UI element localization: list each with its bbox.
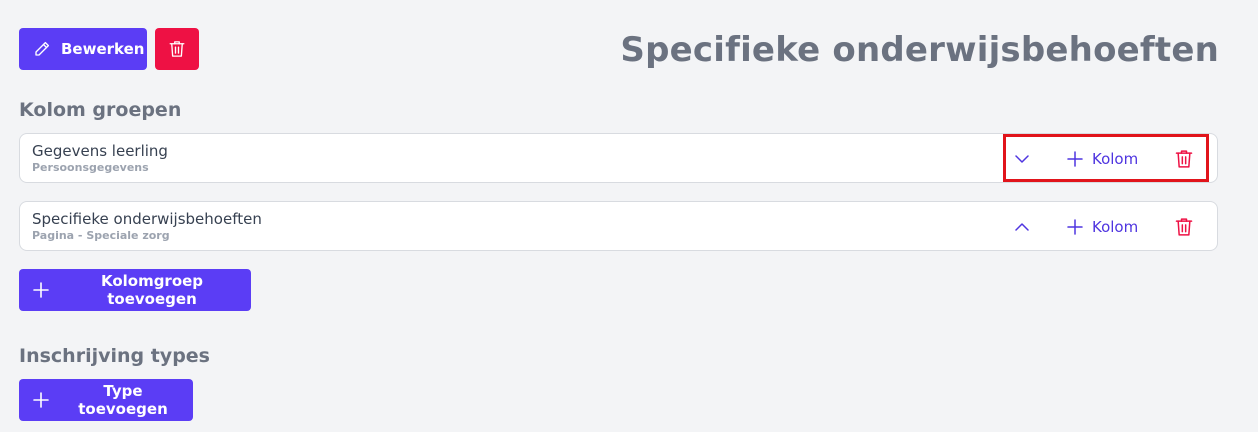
edit-button[interactable]: Bewerken	[19, 28, 147, 70]
chevron-down-icon[interactable]	[1012, 149, 1032, 169]
trash-icon[interactable]	[1174, 216, 1194, 238]
page-title: Specifieke onderwijsbehoeften	[620, 30, 1219, 70]
add-type-button[interactable]: Type toevoegen	[19, 379, 193, 421]
trash-icon	[168, 39, 186, 59]
trash-icon[interactable]	[1174, 148, 1194, 170]
edit-button-label: Bewerken	[61, 40, 145, 58]
add-column-label: Kolom	[1092, 218, 1139, 236]
add-type-label: Type toevoegen	[78, 382, 168, 418]
plus-icon	[33, 392, 49, 408]
chevron-up-icon[interactable]	[1012, 217, 1032, 237]
pencil-icon	[33, 40, 51, 58]
column-group-row: Specifieke onderwijsbehoeften Pagina - S…	[19, 201, 1218, 251]
column-groups-heading: Kolom groepen	[19, 99, 182, 121]
column-group-row: Gegevens leerling Persoonsgegevens Kolom	[19, 133, 1218, 183]
plus-icon	[33, 282, 49, 298]
plus-icon	[1067, 151, 1083, 167]
column-group-name: Gegevens leerling	[32, 142, 168, 160]
add-column-label: Kolom	[1092, 150, 1139, 168]
add-column-group-button[interactable]: Kolomgroep toevoegen	[19, 269, 251, 311]
add-column-group-label: Kolomgroep toevoegen	[100, 272, 204, 308]
plus-icon	[1067, 219, 1083, 235]
column-group-subtitle: Persoonsgegevens	[32, 161, 149, 174]
column-group-name: Specifieke onderwijsbehoeften	[32, 210, 262, 228]
column-group-subtitle: Pagina - Speciale zorg	[32, 229, 170, 242]
enrollment-types-heading: Inschrijving types	[19, 345, 210, 367]
add-column-button[interactable]: Kolom	[1067, 215, 1138, 239]
delete-button[interactable]	[155, 28, 199, 70]
add-column-button[interactable]: Kolom	[1067, 147, 1138, 171]
